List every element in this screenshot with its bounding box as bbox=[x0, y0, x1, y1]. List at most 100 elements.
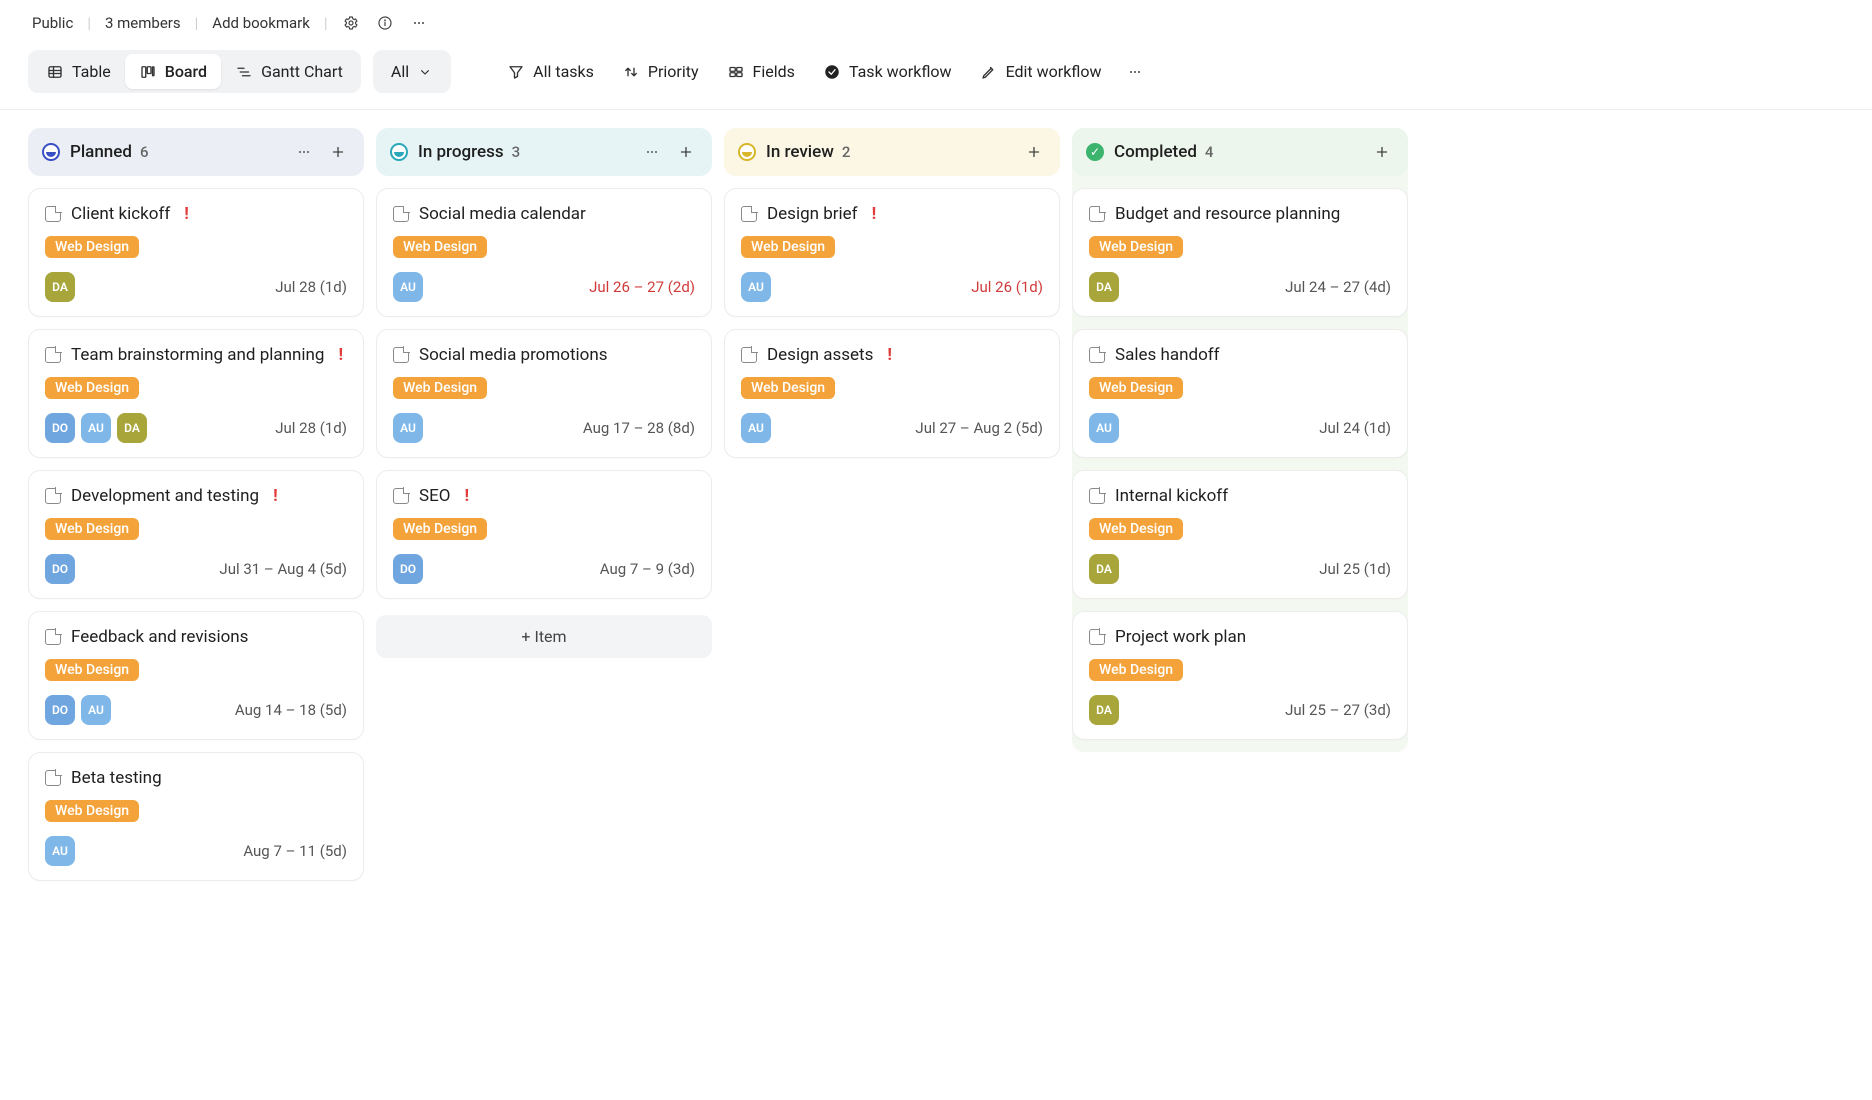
card-footer: AU Jul 24 (1d) bbox=[1089, 413, 1391, 443]
avatar-stack: DO bbox=[45, 554, 75, 584]
task-card[interactable]: Sales handoff Web Design AU Jul 24 (1d) bbox=[1072, 329, 1408, 458]
avatar[interactable]: DA bbox=[1089, 272, 1119, 302]
column-completed: ✓ Completed 4 Budget and resource planni… bbox=[1072, 128, 1408, 752]
card-date: Aug 17 – 28 (8d) bbox=[583, 419, 695, 437]
gear-icon[interactable] bbox=[338, 10, 364, 36]
tag[interactable]: Web Design bbox=[1089, 377, 1183, 399]
visibility-label[interactable]: Public bbox=[28, 12, 77, 34]
view-scope-button[interactable]: All bbox=[377, 54, 447, 89]
avatar[interactable]: DO bbox=[45, 695, 75, 725]
column-add-icon[interactable] bbox=[326, 140, 350, 164]
tag[interactable]: Web Design bbox=[45, 518, 139, 540]
tag[interactable]: Web Design bbox=[1089, 659, 1183, 681]
avatar[interactable]: DA bbox=[1089, 695, 1119, 725]
avatar[interactable]: AU bbox=[393, 272, 423, 302]
chevron-down-icon bbox=[417, 64, 433, 80]
task-card[interactable]: Social media calendar Web Design AU Jul … bbox=[376, 188, 712, 317]
task-card[interactable]: Client kickoff ! Web Design DA Jul 28 (1… bbox=[28, 188, 364, 317]
card-footer: DOAU Aug 14 – 18 (5d) bbox=[45, 695, 347, 725]
avatar[interactable]: AU bbox=[45, 836, 75, 866]
fields-icon bbox=[727, 63, 745, 81]
column-header[interactable]: In progress 3 bbox=[376, 128, 712, 176]
edit-workflow-button[interactable]: Edit workflow bbox=[972, 56, 1110, 87]
card-title: Development and testing bbox=[71, 485, 259, 508]
task-card[interactable]: Design assets ! Web Design AU Jul 27 – A… bbox=[724, 329, 1060, 458]
view-board[interactable]: Board bbox=[125, 54, 221, 89]
task-card[interactable]: Design brief ! Web Design AU Jul 26 (1d) bbox=[724, 188, 1060, 317]
status-inreview-icon bbox=[738, 143, 756, 161]
card-title-row: Internal kickoff bbox=[1089, 485, 1391, 508]
card-title-row: Design brief ! bbox=[741, 203, 1043, 226]
card-title: Feedback and revisions bbox=[71, 626, 248, 649]
avatar[interactable]: DA bbox=[117, 413, 147, 443]
column-header[interactable]: In review 2 bbox=[724, 128, 1060, 176]
tag-row: Web Design bbox=[45, 659, 347, 681]
view-board-label: Board bbox=[165, 62, 207, 81]
more-icon[interactable] bbox=[406, 10, 432, 36]
avatar[interactable]: DO bbox=[45, 554, 75, 584]
column-header[interactable]: Planned 6 bbox=[28, 128, 364, 176]
tag[interactable]: Web Design bbox=[1089, 518, 1183, 540]
tag[interactable]: Web Design bbox=[393, 518, 487, 540]
task-card[interactable]: Internal kickoff Web Design DA Jul 25 (1… bbox=[1072, 470, 1408, 599]
card-date: Jul 28 (1d) bbox=[275, 419, 347, 437]
info-icon[interactable] bbox=[372, 10, 398, 36]
tag-row: Web Design bbox=[741, 377, 1043, 399]
add-item-button[interactable]: + Item bbox=[376, 615, 712, 658]
funnel-icon bbox=[507, 63, 525, 81]
avatar[interactable]: AU bbox=[1089, 413, 1119, 443]
tag[interactable]: Web Design bbox=[393, 377, 487, 399]
card-title-row: Beta testing bbox=[45, 767, 347, 790]
toolbar-more-icon[interactable] bbox=[1122, 59, 1148, 85]
task-card[interactable]: Budget and resource planning Web Design … bbox=[1072, 188, 1408, 317]
tag[interactable]: Web Design bbox=[45, 800, 139, 822]
task-card[interactable]: Feedback and revisions Web Design DOAU A… bbox=[28, 611, 364, 740]
sort-priority[interactable]: Priority bbox=[614, 56, 707, 87]
card-title-row: Design assets ! bbox=[741, 344, 1043, 367]
task-card[interactable]: Development and testing ! Web Design DO … bbox=[28, 470, 364, 599]
column-add-icon[interactable] bbox=[1370, 140, 1394, 164]
avatar[interactable]: DA bbox=[1089, 554, 1119, 584]
task-workflow-button[interactable]: Task workflow bbox=[815, 56, 960, 87]
task-card[interactable]: SEO ! Web Design DO Aug 7 – 9 (3d) bbox=[376, 470, 712, 599]
column-header[interactable]: ✓ Completed 4 bbox=[1072, 128, 1408, 176]
tag-row: Web Design bbox=[393, 518, 695, 540]
tag[interactable]: Web Design bbox=[45, 659, 139, 681]
column-add-icon[interactable] bbox=[1022, 140, 1046, 164]
avatar[interactable]: DO bbox=[393, 554, 423, 584]
task-card[interactable]: Project work plan Web Design DA Jul 25 –… bbox=[1072, 611, 1408, 740]
tag[interactable]: Web Design bbox=[1089, 236, 1183, 258]
view-gantt[interactable]: Gantt Chart bbox=[221, 54, 357, 89]
tag[interactable]: Web Design bbox=[45, 236, 139, 258]
avatar[interactable]: DO bbox=[45, 413, 75, 443]
tag[interactable]: Web Design bbox=[741, 236, 835, 258]
status-inprog-icon bbox=[390, 143, 408, 161]
tag[interactable]: Web Design bbox=[45, 377, 139, 399]
card-title: Internal kickoff bbox=[1115, 485, 1228, 508]
tag[interactable]: Web Design bbox=[393, 236, 487, 258]
priority-icon: ! bbox=[180, 203, 189, 226]
filter-all-tasks[interactable]: All tasks bbox=[499, 56, 602, 87]
card-title-row: Project work plan bbox=[1089, 626, 1391, 649]
avatar[interactable]: AU bbox=[81, 695, 111, 725]
view-scope-dropdown[interactable]: All bbox=[373, 50, 451, 93]
avatar[interactable]: DA bbox=[45, 272, 75, 302]
tag-row: Web Design bbox=[45, 800, 347, 822]
avatar[interactable]: AU bbox=[741, 413, 771, 443]
avatar[interactable]: AU bbox=[81, 413, 111, 443]
members-link[interactable]: 3 members bbox=[101, 12, 185, 34]
view-table[interactable]: Table bbox=[32, 54, 125, 89]
column-more-icon[interactable] bbox=[640, 140, 664, 164]
avatar[interactable]: AU bbox=[741, 272, 771, 302]
fields-button[interactable]: Fields bbox=[719, 56, 803, 87]
card-footer: DA Jul 25 (1d) bbox=[1089, 554, 1391, 584]
task-card[interactable]: Social media promotions Web Design AU Au… bbox=[376, 329, 712, 458]
task-card[interactable]: Beta testing Web Design AU Aug 7 – 11 (5… bbox=[28, 752, 364, 881]
add-bookmark-link[interactable]: Add bookmark bbox=[208, 12, 314, 34]
avatar[interactable]: AU bbox=[393, 413, 423, 443]
column-more-icon[interactable] bbox=[292, 140, 316, 164]
task-card[interactable]: Team brainstorming and planning ! Web De… bbox=[28, 329, 364, 458]
tag-row: Web Design bbox=[393, 377, 695, 399]
column-add-icon[interactable] bbox=[674, 140, 698, 164]
tag[interactable]: Web Design bbox=[741, 377, 835, 399]
